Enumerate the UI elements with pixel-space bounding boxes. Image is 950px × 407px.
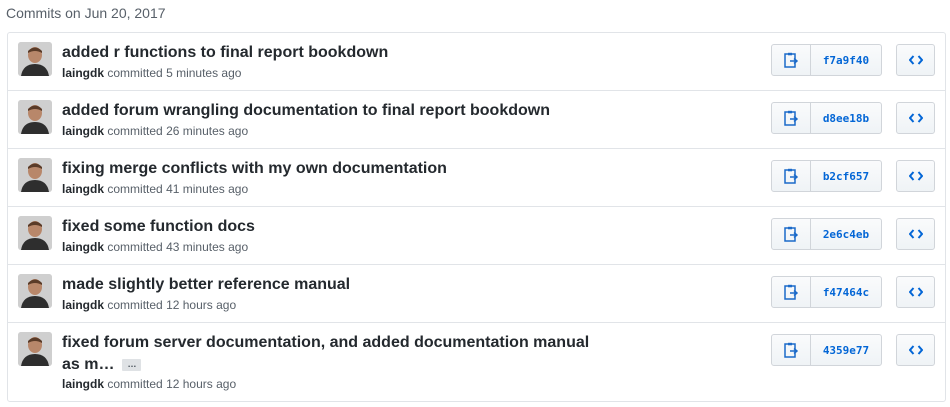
committed-word: committed: [107, 66, 163, 80]
committed-word: committed: [107, 240, 163, 254]
commit-meta: laingdk committed 26 minutes ago: [62, 123, 248, 139]
commit-sha-group: f7a9f40: [771, 44, 882, 76]
committed-word: committed: [107, 377, 163, 391]
commit-author-link[interactable]: laingdk: [62, 124, 104, 138]
commit-time: 5 minutes ago: [166, 66, 242, 80]
commit-row: fixed some function docs laingdk committ…: [8, 207, 945, 265]
commit-sha-link[interactable]: 4359e77: [811, 335, 881, 365]
browse-repo-button[interactable]: [896, 218, 935, 250]
commit-sha-group: d8ee18b: [771, 102, 882, 134]
author-avatar[interactable]: [18, 42, 52, 76]
copy-sha-button[interactable]: [772, 103, 811, 133]
clippy-icon: [784, 110, 798, 126]
commit-author-link[interactable]: laingdk: [62, 66, 104, 80]
commit-author-link[interactable]: laingdk: [62, 240, 104, 254]
browse-repo-button[interactable]: [896, 102, 935, 134]
browse-repo-button[interactable]: [896, 160, 935, 192]
commit-title-wrapper: fixed forum server documentation, and ad…: [62, 332, 607, 376]
commit-title-link[interactable]: fixed some function docs: [62, 216, 622, 238]
author-avatar[interactable]: [18, 332, 52, 366]
author-avatar[interactable]: [18, 158, 52, 192]
clippy-icon: [784, 342, 798, 358]
committed-word: committed: [107, 298, 163, 312]
code-icon: [908, 171, 923, 181]
commit-row: fixing merge conflicts with my own docum…: [8, 149, 945, 207]
commit-sha-link[interactable]: 2e6c4eb: [811, 219, 881, 249]
commit-sha-link[interactable]: d8ee18b: [811, 103, 881, 133]
commit-row: fixed forum server documentation, and ad…: [8, 323, 945, 401]
commit-time: 26 minutes ago: [166, 124, 249, 138]
browse-repo-button[interactable]: [896, 44, 935, 76]
commit-meta: laingdk committed 12 hours ago: [62, 297, 236, 313]
code-icon: [908, 287, 923, 297]
author-avatar[interactable]: [18, 100, 52, 134]
code-icon: [908, 345, 923, 355]
code-icon: [908, 55, 923, 65]
code-icon: [908, 113, 923, 123]
commit-row: added forum wrangling documentation to f…: [8, 91, 945, 149]
commit-sha-group: 2e6c4eb: [771, 218, 882, 250]
commit-author-link[interactable]: laingdk: [62, 182, 104, 196]
commit-meta: laingdk committed 41 minutes ago: [62, 181, 248, 197]
author-avatar[interactable]: [18, 216, 52, 250]
commit-author-link[interactable]: laingdk: [62, 298, 104, 312]
commit-title-link[interactable]: added r functions to final report bookdo…: [62, 42, 622, 64]
code-icon: [908, 229, 923, 239]
copy-sha-button[interactable]: [772, 335, 811, 365]
clippy-icon: [784, 284, 798, 300]
commit-meta: laingdk committed 12 hours ago: [62, 376, 236, 392]
commit-row: added r functions to final report bookdo…: [8, 33, 945, 91]
committed-word: committed: [107, 182, 163, 196]
commit-sha-group: 4359e77: [771, 334, 882, 366]
commits-list: added r functions to final report bookdo…: [7, 32, 946, 402]
clippy-icon: [784, 168, 798, 184]
commit-title-link[interactable]: made slightly better reference manual: [62, 274, 622, 296]
commit-meta: laingdk committed 43 minutes ago: [62, 239, 248, 255]
commits-group-header: Commits on Jun 20, 2017: [6, 5, 166, 21]
commit-title-link[interactable]: fixed forum server documentation, and ad…: [62, 334, 589, 373]
commit-sha-group: f47464c: [771, 276, 882, 308]
commit-sha-link[interactable]: b2cf657: [811, 161, 881, 191]
commit-title-link[interactable]: fixing merge conflicts with my own docum…: [62, 158, 622, 180]
commit-time: 12 hours ago: [166, 377, 237, 391]
commit-sha-link[interactable]: f7a9f40: [811, 45, 881, 75]
copy-sha-button[interactable]: [772, 219, 811, 249]
commit-time: 43 minutes ago: [166, 240, 249, 254]
commit-title-link[interactable]: added forum wrangling documentation to f…: [62, 100, 622, 122]
browse-repo-button[interactable]: [896, 334, 935, 366]
browse-repo-button[interactable]: [896, 276, 935, 308]
clippy-icon: [784, 52, 798, 68]
commit-meta: laingdk committed 5 minutes ago: [62, 65, 241, 81]
clippy-icon: [784, 226, 798, 242]
expand-message-button[interactable]: …: [122, 358, 142, 371]
commit-sha-link[interactable]: f47464c: [811, 277, 881, 307]
commit-time: 12 hours ago: [166, 298, 237, 312]
commit-time: 41 minutes ago: [166, 182, 249, 196]
commit-row: made slightly better reference manual la…: [8, 265, 945, 323]
committed-word: committed: [107, 124, 163, 138]
commit-sha-group: b2cf657: [771, 160, 882, 192]
copy-sha-button[interactable]: [772, 277, 811, 307]
copy-sha-button[interactable]: [772, 161, 811, 191]
commit-author-link[interactable]: laingdk: [62, 377, 104, 391]
author-avatar[interactable]: [18, 274, 52, 308]
copy-sha-button[interactable]: [772, 45, 811, 75]
